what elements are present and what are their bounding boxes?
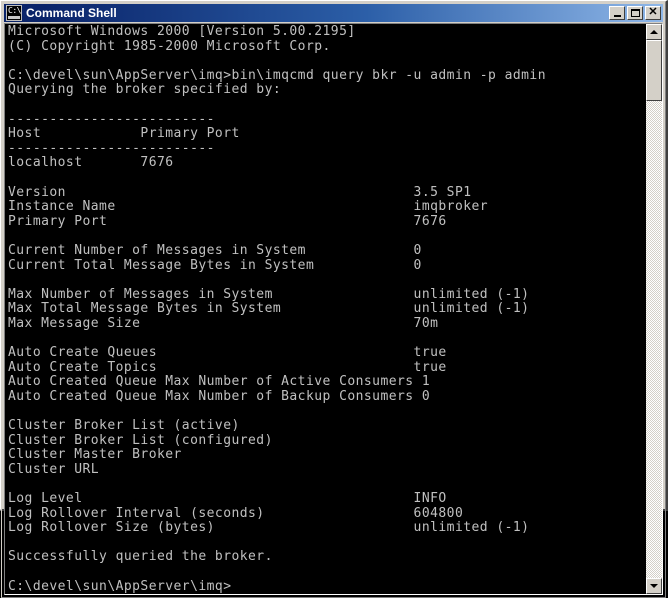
- scrollbar-track[interactable]: [646, 40, 662, 578]
- command-prompt-icon: C:\: [6, 5, 22, 21]
- command-shell-window: C:\ Command Shell ✕ Microsoft Windows 20…: [0, 0, 668, 598]
- console-output-area[interactable]: Microsoft Windows 2000 [Version 5.00.219…: [5, 24, 646, 595]
- console-line: Cluster URL: [8, 461, 100, 477]
- console-line: (C) Copyright 1985-2000 Microsoft Corp.: [8, 38, 331, 54]
- command-prompt-icon-bar: [8, 16, 20, 19]
- console-line: Current Number of Messages in System 0: [8, 242, 422, 258]
- window-controls: ✕: [609, 6, 662, 20]
- console-line: Current Total Message Bytes in System 0: [8, 257, 422, 273]
- vertical-scrollbar[interactable]: [646, 24, 662, 595]
- console-line: Querying the broker specified by:: [8, 82, 282, 98]
- arrow-down-icon: [650, 584, 658, 589]
- console-line: Microsoft Windows 2000 [Version 5.00.219…: [8, 24, 356, 39]
- scroll-up-button[interactable]: [646, 24, 662, 40]
- minimize-button[interactable]: [609, 6, 625, 20]
- console-line: localhost 7676: [8, 155, 174, 171]
- console-line: Auto Created Queue Max Number of Active …: [8, 374, 431, 390]
- client-area: Microsoft Windows 2000 [Version 5.00.219…: [4, 23, 663, 596]
- close-icon: ✕: [648, 6, 658, 18]
- arrow-up-icon: [650, 30, 658, 34]
- scroll-down-button[interactable]: [646, 578, 662, 595]
- command-prompt-icon-glyph: C:\: [8, 6, 21, 15]
- console-line: Host Primary Port: [8, 126, 240, 142]
- title-bar[interactable]: C:\ Command Shell ✕: [4, 4, 663, 22]
- maximize-icon: [628, 7, 642, 19]
- window-title: Command Shell: [26, 6, 117, 20]
- scrollbar-thumb[interactable]: [646, 40, 662, 101]
- console-line: Cluster Broker List (configured): [8, 432, 273, 448]
- console-line: Max Number of Messages in System unlimit…: [8, 286, 530, 302]
- console-line: Log Level INFO: [8, 491, 447, 506]
- console-line: C:\devel\sun\AppServer\imq>: [8, 578, 232, 594]
- console-line: Instance Name imqbroker: [8, 199, 489, 215]
- console-line: Max Message Size 70m: [8, 315, 439, 331]
- console-line: Version 3.5 SP1: [8, 184, 472, 200]
- console-line: Auto Create Topics true: [8, 359, 447, 375]
- console-line: -------------------------: [8, 111, 215, 127]
- minimize-icon: [610, 7, 624, 19]
- console-line: C:\devel\sun\AppServer\imq>bin\imqcmd qu…: [8, 67, 546, 83]
- console-line: Cluster Broker List (active): [8, 418, 240, 434]
- console-line: Log Rollover Interval (seconds) 604800: [8, 505, 464, 521]
- console-line: Primary Port 7676: [8, 213, 447, 229]
- close-button[interactable]: ✕: [645, 6, 661, 20]
- console-line: Max Total Message Bytes in System unlimi…: [8, 301, 530, 317]
- console-line: Auto Created Queue Max Number of Backup …: [8, 388, 431, 404]
- console-line: Auto Create Queues true: [8, 345, 447, 361]
- console-text: Microsoft Windows 2000 [Version 5.00.219…: [8, 24, 646, 594]
- console-line: Cluster Master Broker: [8, 447, 182, 463]
- console-line: Log Rollover Size (bytes) unlimited (-1): [8, 520, 530, 536]
- console-line: -------------------------: [8, 140, 215, 156]
- window-inner-bevel: C:\ Command Shell ✕ Microsoft Windows 20…: [1, 1, 666, 598]
- maximize-button[interactable]: [627, 6, 643, 20]
- console-line: Successfully queried the broker.: [8, 549, 273, 565]
